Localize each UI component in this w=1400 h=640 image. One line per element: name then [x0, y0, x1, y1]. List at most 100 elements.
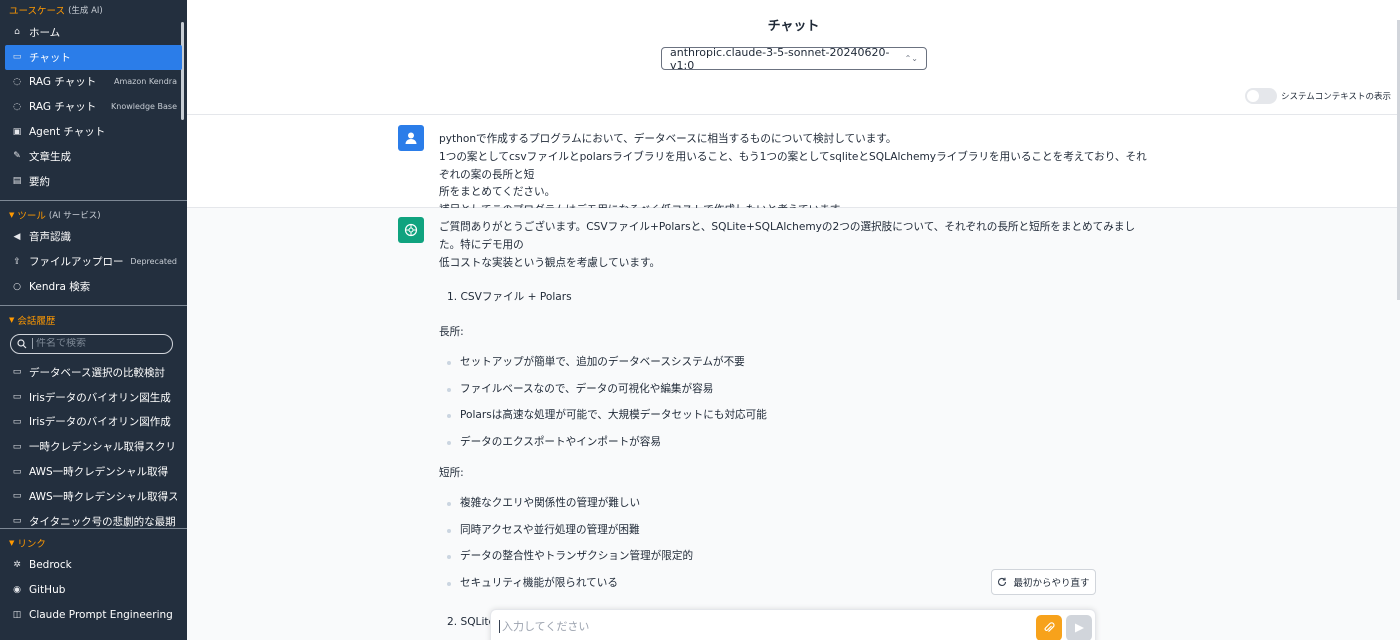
chat-search-icon: ◌ — [13, 76, 21, 87]
sidebar-item-history-3[interactable]: ▭ 一時クレデンシャル取得スクリプト — [0, 434, 187, 459]
speaker-icon: ◀ — [13, 231, 21, 242]
sidebar-item-usecase-6[interactable]: ▤ 要約 — [0, 169, 187, 194]
assistant-intro-line: 低コストな実装という観点を考慮しています。 — [439, 256, 661, 269]
model-select-value: anthropic.claude-3-5-sonnet-20240620-v1:… — [670, 45, 890, 72]
message-icon: ▭ — [12, 466, 22, 477]
system-context-toggle[interactable] — [1245, 88, 1277, 104]
send-icon — [1075, 623, 1084, 633]
user-message-text: pythonで作成するプログラムにおいて、データベースに相当するものについて検討… — [439, 131, 1149, 220]
sidebar-item-usecase-2[interactable]: ◌ RAG チャット Amazon Kendra — [0, 70, 187, 95]
sidebar-item-usecase-1[interactable]: ▭ チャット — [5, 44, 182, 70]
section-links-title[interactable]: ▼ リンク — [0, 533, 187, 553]
history-search — [10, 333, 173, 354]
attach-button[interactable] — [1036, 615, 1062, 640]
section-tools-title[interactable]: ▼ ツール (AI サービス) — [0, 205, 187, 225]
chat-icon: ▭ — [12, 52, 22, 63]
sidebar-item-usecase-0[interactable]: ⌂ ホーム — [0, 20, 187, 45]
history-search-input[interactable] — [32, 338, 166, 350]
sidebar-item-label: 一時クレデンシャル取得スクリプト — [29, 441, 177, 454]
bedrock-icon: ✲ — [13, 560, 21, 571]
sidebar-item-label: 文章生成 — [29, 150, 71, 163]
sidebar-item-label: AWS一時クレデンシャル取得スクリプ — [29, 490, 177, 503]
assistant-avatar — [398, 217, 424, 243]
sidebar-item-label: タイタニック号の悲劇的な最期 — [29, 515, 176, 528]
message-icon: ▭ — [12, 491, 22, 502]
list-item-text: Polarsは高速な処理が可能で、大規模データセットにも対応可能 — [460, 409, 767, 422]
refresh-icon — [998, 577, 1007, 586]
sidebar-item-label: ホーム — [29, 26, 61, 39]
links-list: ✲ Bedrock ◉ GitHub ◫ Claude Prompt Engineerin… — [0, 553, 187, 627]
sidebar-item-label: Bedrock — [29, 559, 72, 572]
chat-input[interactable] — [499, 620, 1019, 633]
sidebar-item-links-0[interactable]: ✲ Bedrock — [0, 553, 187, 578]
list-item-text: セットアップが簡単で、追加のデータベースシステムが不要 — [460, 356, 745, 369]
section-usecase-title: ユースケース (生成 AI) — [0, 0, 187, 20]
page-title: チャット — [767, 19, 820, 34]
assistant-message: ご質問ありがとうございます。CSVファイル+Polarsと、SQLite+SQL… — [187, 208, 1400, 640]
message-icon: ▭ — [12, 416, 22, 427]
sidebar-item-tools-0[interactable]: ◀ 音声認識 — [0, 225, 187, 250]
sidebar-item-history-5[interactable]: ▭ AWS一時クレデンシャル取得スクリプ — [0, 484, 187, 509]
usecase-list: ⌂ ホーム ▭ チャット ◌ RAG チャット Amazon Kendra ◌ RAG チャット… — [0, 20, 187, 194]
sidebar-item-label: GitHub — [29, 584, 66, 597]
sidebar-item-tag: Deprecated — [130, 257, 177, 267]
pros-list: セットアップが簡単で、追加のデータベースシステムが不要 ファイルベースなので、デー… — [439, 350, 1149, 456]
sidebar-item-label: Claude Prompt Engineering — [29, 608, 173, 621]
cons-heading: 短所: — [439, 466, 464, 479]
bullet-icon — [447, 414, 451, 419]
user-line: 1つの案としてcsvファイルとpolarsライブラリを用いること、もう1つの案と… — [439, 150, 1147, 181]
sidebar-item-usecase-3[interactable]: ◌ RAG チャット Knowledge Base — [0, 94, 187, 119]
sidebar-item-links-1[interactable]: ◉ GitHub — [0, 578, 187, 603]
sidebar-item-label: AWS一時クレデンシャル取得 — [29, 466, 169, 479]
user-avatar — [398, 125, 424, 151]
sidebar-item-tools-2[interactable]: ○ Kendra 検索 — [0, 274, 187, 299]
bullet-icon — [447, 440, 451, 445]
section-tools-sub: (AI サービス) — [48, 210, 101, 221]
sidebar-item-label: データベース選択の比較検討 — [29, 366, 165, 379]
assistant-intro-line: ご質問ありがとうございます。CSVファイル+Polarsと、SQLite+SQL… — [439, 221, 1136, 251]
send-button[interactable] — [1066, 615, 1092, 640]
github-icon: ◉ — [13, 585, 21, 596]
restart-button[interactable]: 最初からやり直す — [991, 569, 1096, 595]
section-history-title[interactable]: ▼ 会話履歴 — [0, 310, 187, 330]
section-history-label: 会話履歴 — [17, 315, 56, 327]
system-context-toggle-wrap: システムコンテキストの表示 — [1245, 88, 1391, 104]
home-icon: ⌂ — [14, 27, 20, 38]
user-icon — [405, 132, 417, 144]
list-item: データのエクスポートやインポートが容易 — [439, 429, 1149, 456]
sidebar-item-history-0[interactable]: ▭ データベース選択の比較検討 — [0, 360, 187, 385]
list-item-text: 複雑なクエリや関係性の管理が難しい — [460, 497, 641, 510]
history-list: ▭ データベース選択の比較検討 ▭ Irisデータのバイオリン図生成 ▭ Irisデータの… — [0, 360, 187, 530]
search-icon — [17, 339, 27, 349]
sidebar-item-links-2[interactable]: ◫ Claude Prompt Engineering — [0, 603, 187, 628]
user-message: pythonで作成するプログラムにおいて、データベースに相当するものについて検討… — [187, 114, 1400, 216]
sidebar-item-tools-1[interactable]: ⇪ ファイルアップロード Deprecated — [0, 249, 187, 274]
section-usecase-label: ユースケース — [9, 6, 66, 17]
model-select[interactable]: anthropic.claude-3-5-sonnet-20240620-v1:… — [661, 45, 927, 72]
sidebar-item-label: RAG チャット — [29, 101, 97, 114]
search-icon: ○ — [13, 281, 21, 292]
caret-down-icon: ▼ — [9, 210, 15, 219]
list-item-text: 同時アクセスや並行処理の管理が困難 — [460, 523, 640, 536]
chat-input-bar — [490, 609, 1096, 640]
user-line: pythonで作成するプログラムにおいて、データベースに相当するものについて検討… — [439, 133, 897, 145]
sidebar-item-label: ファイルアップロード — [29, 256, 124, 269]
sidebar: ユースケース (生成 AI) ⌂ ホーム ▭ チャット ◌ RAG チャット Amazon … — [0, 0, 187, 640]
list-item: 同時アクセスや並行処理の管理が困難 — [439, 517, 1149, 544]
main-content: チャット anthropic.claude-3-5-sonnet-2024062… — [187, 0, 1400, 640]
message-icon: ▭ — [12, 441, 22, 452]
sidebar-item-usecase-4[interactable]: ▣ Agent チャット — [0, 119, 187, 144]
bullet-icon — [447, 502, 451, 507]
sidebar-item-history-2[interactable]: ▭ Irisデータのバイオリン図作成 — [0, 410, 187, 435]
bullet-icon — [447, 387, 451, 392]
list-item-text: セキュリティ機能が限られている — [460, 576, 618, 589]
section-links-label: リンク — [17, 538, 46, 550]
sidebar-item-history-1[interactable]: ▭ Irisデータのバイオリン図生成 — [0, 385, 187, 410]
divider — [0, 304, 187, 306]
sidebar-item-history-6[interactable]: ▭ タイタニック号の悲劇的な最期 — [0, 509, 187, 530]
sidebar-item-usecase-5[interactable]: ✎ 文章生成 — [0, 144, 187, 169]
sidebar-item-history-4[interactable]: ▭ AWS一時クレデンシャル取得 — [0, 459, 187, 484]
system-context-label: システムコンテキストの表示 — [1281, 92, 1391, 102]
robot-icon: ▣ — [12, 126, 22, 137]
bullet-icon — [447, 555, 451, 560]
